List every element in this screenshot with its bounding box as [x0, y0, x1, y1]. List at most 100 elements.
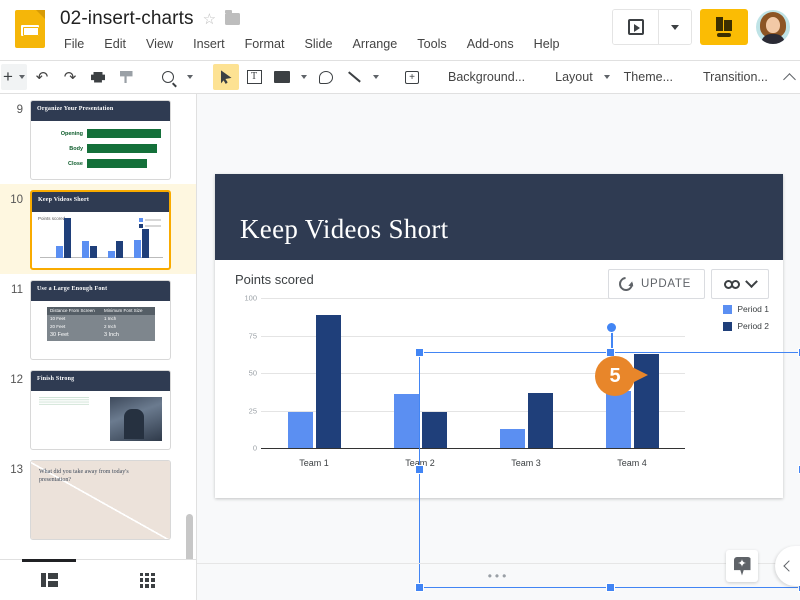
list-item[interactable]: 11 Use a Large Enough Font Distance From… — [0, 274, 196, 364]
table-cell: 20 Feet — [50, 324, 66, 329]
slide-title[interactable]: Keep Videos Short — [240, 214, 448, 245]
transition-button[interactable]: Transition... — [695, 66, 776, 88]
menu-file[interactable]: File — [62, 36, 86, 52]
share-present-icon — [714, 17, 734, 37]
background-button[interactable]: Background... — [440, 66, 533, 88]
y-tick-label: 25 — [248, 406, 257, 415]
menu-format[interactable]: Format — [243, 36, 287, 52]
list-item-selected[interactable]: 10 Keep Videos Short Points scored — [0, 184, 196, 274]
bar-period2 — [315, 314, 341, 448]
chevron-down-icon — [603, 75, 610, 79]
present-button[interactable] — [613, 10, 658, 44]
select-icon[interactable] — [213, 64, 239, 90]
slide-thumbnail-9[interactable]: Organize Your Presentation Opening Body … — [30, 100, 171, 180]
chart-object[interactable]: Points scored 100 75 50 25 0 Team 1 Team… — [221, 260, 777, 480]
grid-view-button[interactable] — [98, 560, 196, 600]
slide-thumbnail-11[interactable]: Use a Large Enough Font Distance From Sc… — [30, 280, 171, 360]
thumb-row-label: Opening — [60, 131, 83, 137]
image-icon[interactable] — [269, 64, 295, 90]
folder-icon[interactable] — [225, 10, 241, 25]
bar-period2 — [421, 412, 447, 448]
y-tick-label: 100 — [244, 293, 257, 303]
legend-swatch — [723, 304, 733, 314]
zoom-dropdown-icon[interactable] — [183, 64, 197, 90]
slide-thumbnail-12[interactable]: Finish Strong — [30, 370, 171, 450]
thumb-photo — [110, 397, 162, 441]
table-cell: 1 Inch — [104, 316, 117, 321]
redo-icon[interactable]: ↷ — [57, 64, 83, 90]
menu-view[interactable]: View — [144, 36, 175, 52]
table-cell: 10 Feet — [50, 316, 66, 321]
shape-icon[interactable] — [313, 64, 339, 90]
slide-filmstrip[interactable]: 9 Organize Your Presentation Opening Bod… — [0, 94, 197, 559]
new-slide-icon[interactable]: + — [1, 64, 27, 90]
legend-label: Period 1 — [737, 304, 769, 314]
current-slide[interactable]: Keep Videos Short Points scored 100 75 5… — [215, 174, 783, 498]
slide-canvas[interactable]: Keep Videos Short Points scored 100 75 5… — [197, 94, 800, 600]
image-dropdown-icon[interactable] — [297, 64, 311, 90]
thumb-question: What did you take away from today's pres… — [39, 469, 129, 483]
layout-button[interactable]: Layout — [547, 66, 601, 88]
menu-arrange[interactable]: Arrange — [350, 36, 399, 52]
bar-period1 — [605, 391, 631, 448]
legend-item-period-2: Period 2 — [723, 321, 769, 331]
legend-item-period-1: Period 1 — [723, 304, 769, 314]
menu-help[interactable]: Help — [532, 36, 562, 52]
table-cell: Minimum Font Size — [104, 308, 143, 313]
bar-group-team-1: Team 1 — [261, 298, 367, 468]
thumb-row-label: Close — [68, 161, 83, 167]
view-switcher-bar — [0, 559, 197, 600]
menu-slide[interactable]: Slide — [302, 36, 334, 52]
star-icon[interactable]: ☆ — [203, 12, 216, 27]
resize-handle-bl[interactable] — [415, 583, 424, 592]
table-cell: 2 Inch — [104, 324, 117, 329]
print-icon[interactable] — [85, 64, 111, 90]
list-item[interactable]: 13 What did you take away from today's p… — [0, 454, 196, 544]
chart-title: Points scored — [235, 272, 314, 287]
paint-format-icon[interactable] — [113, 64, 139, 90]
x-tick-label: Team 3 — [511, 458, 541, 468]
theme-button[interactable]: Theme... — [616, 66, 681, 88]
line-dropdown-icon[interactable] — [369, 64, 383, 90]
menu-insert[interactable]: Insert — [191, 36, 227, 52]
bar-group-team-3: Team 3 — [473, 298, 579, 468]
bar-period1 — [393, 394, 419, 448]
slide-number: 12 — [10, 374, 23, 386]
list-item[interactable]: 12 Finish Strong — [0, 364, 196, 454]
table-cell: 30 Feet — [50, 332, 69, 338]
menu-tools[interactable]: Tools — [415, 36, 448, 52]
explore-button[interactable] — [726, 550, 758, 582]
avatar[interactable] — [756, 10, 790, 44]
resize-handle-bm[interactable] — [606, 583, 615, 592]
slide-thumbnail-13[interactable]: What did you take away from today's pres… — [30, 460, 171, 540]
app-header: 02-insert-charts ☆ File Edit View Insert… — [0, 0, 800, 61]
chevron-up-icon[interactable] — [777, 64, 800, 90]
filmstrip-view-button[interactable] — [0, 559, 98, 600]
share-button[interactable] — [700, 9, 748, 45]
page-title[interactable]: 02-insert-charts — [60, 8, 194, 30]
menu-edit[interactable]: Edit — [102, 36, 128, 52]
present-button-group — [612, 9, 692, 45]
list-item[interactable]: 9 Organize Your Presentation Opening Bod… — [0, 94, 196, 184]
speaker-notes-handle[interactable]: ••• — [197, 569, 800, 583]
explore-icon — [733, 556, 751, 576]
thumb-row-label: Body — [69, 146, 83, 152]
x-tick-label: Team 2 — [405, 458, 435, 468]
present-dropdown-button[interactable] — [658, 10, 691, 44]
y-tick-label: 50 — [248, 368, 257, 378]
line-icon[interactable] — [341, 64, 367, 90]
toolbar: + ↶ ↷ T + Background... Layout Theme... … — [0, 61, 800, 94]
update-chart-button[interactable]: UPDATE — [608, 269, 705, 299]
slide-thumbnail-10[interactable]: Keep Videos Short Points scored — [30, 190, 171, 270]
undo-icon[interactable]: ↶ — [29, 64, 55, 90]
filmstrip-scrollbar[interactable] — [186, 514, 193, 559]
chart-link-options-button[interactable] — [711, 269, 769, 299]
menu-add-ons[interactable]: Add-ons — [465, 36, 516, 52]
thumb-chart-caption: Points scored — [38, 216, 66, 221]
text-box-icon[interactable]: T — [241, 64, 267, 90]
comment-icon[interactable]: + — [399, 64, 425, 90]
slide-number: 10 — [10, 194, 23, 206]
slide-number: 9 — [16, 104, 23, 116]
zoom-icon[interactable] — [155, 64, 181, 90]
thumb-table: Distance From Screen Minimum Font Size 1… — [47, 307, 155, 341]
